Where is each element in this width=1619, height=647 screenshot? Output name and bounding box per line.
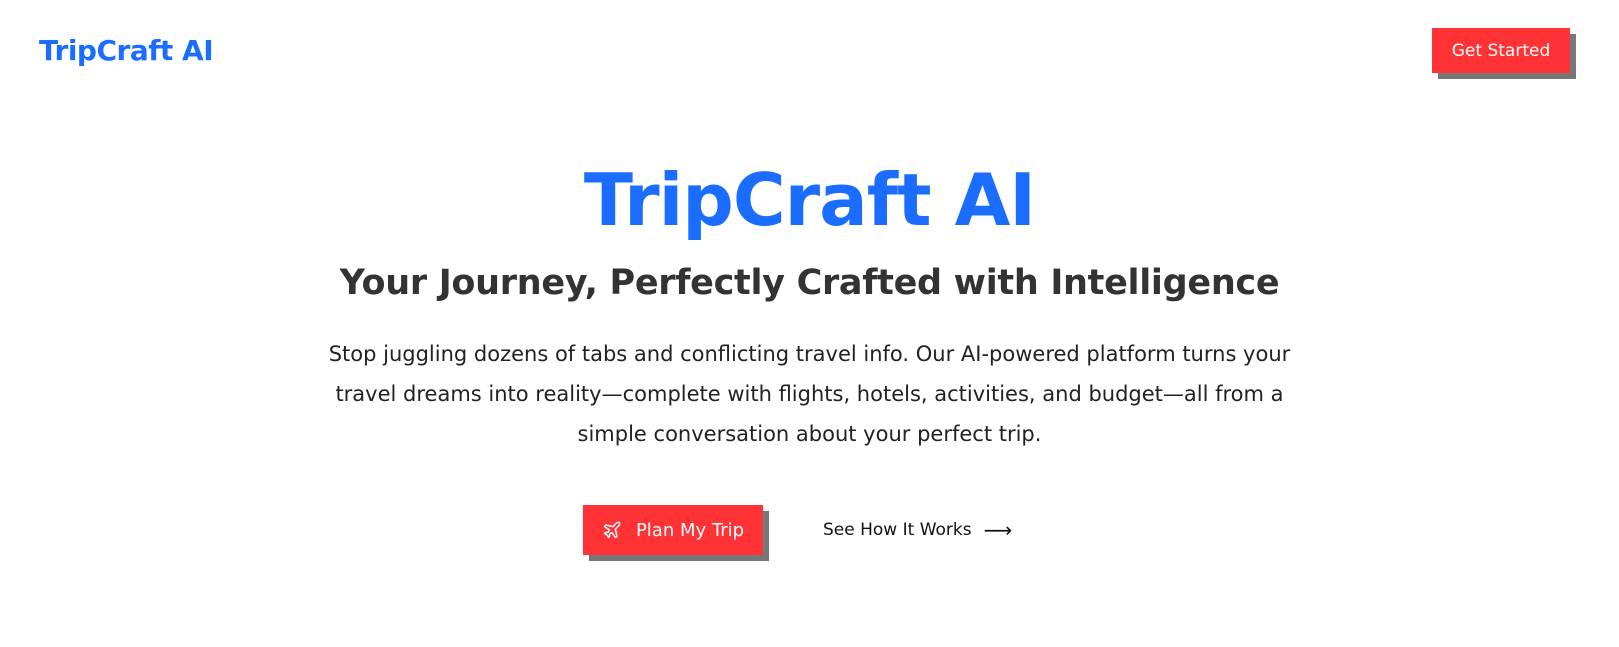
hero-subtitle: Your Journey, Perfectly Crafted with Int… — [339, 263, 1280, 303]
arrow-right-icon: ⟶ — [983, 518, 1013, 542]
see-how-it-works-link[interactable]: See How It Works ⟶ — [823, 505, 1012, 555]
airplane-icon — [602, 520, 622, 540]
logo[interactable]: TripCraft AI — [39, 31, 214, 71]
plan-my-trip-label: Plan My Trip — [635, 519, 745, 541]
hero-description: Stop juggling dozens of tabs and conflic… — [328, 342, 1291, 446]
plan-my-trip-button[interactable]: Plan My Trip — [583, 505, 763, 555]
get-started-button[interactable]: Get Started — [1432, 28, 1570, 73]
hero-title: TripCraft AI — [583, 158, 1036, 242]
see-how-it-works-label: See How It Works — [823, 520, 972, 540]
hero-actions: Plan My Trip See How It Works ⟶ — [0, 505, 1619, 557]
site-header: TripCraft AI Get Started — [0, 0, 1619, 100]
